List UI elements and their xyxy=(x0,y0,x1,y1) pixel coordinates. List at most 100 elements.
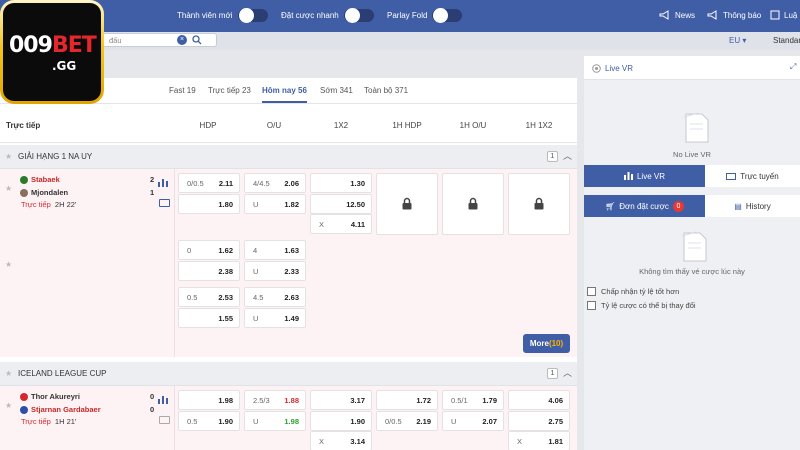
tab-early[interactable]: Sớm 341 xyxy=(320,86,353,95)
odds-cell[interactable]: 2.38 xyxy=(178,261,240,281)
odds-cell[interactable]: X 3.14 xyxy=(310,431,372,450)
search-input[interactable]: đấu × xyxy=(95,33,217,47)
tv-icon[interactable] xyxy=(159,416,170,424)
odds-cell[interactable]: 0/0.5 2.19 xyxy=(376,411,438,431)
star-icon[interactable]: ★ xyxy=(5,369,12,378)
away-score: 1 xyxy=(150,188,155,197)
checkbox[interactable] xyxy=(587,301,596,310)
checkbox[interactable] xyxy=(587,287,596,296)
odds-value: 2.11 xyxy=(218,179,233,188)
team-logo-icon xyxy=(20,405,28,414)
odds-cell[interactable]: 1.55 xyxy=(178,308,240,328)
view-mode-select[interactable]: Standar xyxy=(773,36,800,45)
odds-cell[interactable]: 4/4.5 2.06 xyxy=(244,173,306,193)
odds-value: 1.81 xyxy=(548,437,563,446)
odds-cell[interactable]: 1.72 xyxy=(376,390,438,410)
home-team[interactable]: Thor Akureyri xyxy=(20,392,80,401)
odds-cell[interactable]: X 4.11 xyxy=(310,214,372,234)
league-header[interactable]: ★ ICELAND LEAGUE CUP 1 ︿ xyxy=(0,362,577,386)
odds-cell[interactable]: U 1.82 xyxy=(244,194,306,214)
odds-cell[interactable]: 0/0.5 2.11 xyxy=(178,173,240,193)
odds-cell[interactable]: 2.75 xyxy=(508,411,570,431)
odds-cell[interactable]: 0.5/1 1.79 xyxy=(442,390,504,410)
odds-value: 1.30 xyxy=(350,179,365,188)
live-vr-title: Live VR xyxy=(605,64,634,73)
clear-icon[interactable]: × xyxy=(177,35,187,45)
more-markets-button[interactable]: More(10) xyxy=(523,334,570,353)
lock-icon xyxy=(402,197,412,210)
brand-logo[interactable]: 009BET .GG xyxy=(0,0,104,104)
home-team[interactable]: Stabaek xyxy=(20,175,60,184)
odds-type-select[interactable]: EU ▾ xyxy=(729,36,746,45)
odds-cell[interactable]: U 1.49 xyxy=(244,308,306,328)
odds-cell[interactable]: U 2.33 xyxy=(244,261,306,281)
odds-cell[interactable]: 2.5/3 1.88 xyxy=(244,390,306,410)
tv-icon[interactable] xyxy=(159,199,170,207)
chevron-up-icon[interactable]: ︿ xyxy=(563,149,572,162)
tab-label: Đơn đặt cược xyxy=(619,201,669,211)
stream-tabs: Live VR Trực tuyến xyxy=(584,165,800,187)
odds-value: 1.82 xyxy=(284,200,299,209)
toggle-switch[interactable] xyxy=(343,8,374,23)
odds-may-change-option[interactable]: Tỷ lệ cược có thể bị thay đổi xyxy=(587,301,696,310)
tab-today[interactable]: Hôm nay 56 xyxy=(262,86,307,103)
search-icon[interactable] xyxy=(192,35,202,45)
odds-cell[interactable]: 4 1.63 xyxy=(244,240,306,260)
odds-cell[interactable]: 0.5 1.90 xyxy=(178,411,240,431)
stats-icon[interactable] xyxy=(158,395,168,404)
odds-cell[interactable]: 0.5 2.53 xyxy=(178,287,240,307)
odds-cell[interactable]: 1.98 xyxy=(178,390,240,410)
odds-value: 1.63 xyxy=(284,246,299,255)
odds-value: 1.79 xyxy=(482,396,497,405)
home-score: 0 xyxy=(150,392,155,401)
tab-bet-slip[interactable]: 🛒︎ Đơn đặt cược 0 xyxy=(584,195,705,217)
tab-live[interactable]: Trực tiếp 23 xyxy=(208,86,251,95)
tab-label: History xyxy=(745,201,771,211)
odds-value: 1.90 xyxy=(350,417,365,426)
accept-better-odds-option[interactable]: Chấp nhận tỷ lệ tốt hơn xyxy=(587,287,679,296)
toggle-parlay-fold[interactable]: Parlay Fold xyxy=(387,8,463,23)
odds-cell[interactable]: 1.30 xyxy=(310,173,372,193)
star-icon[interactable]: ★ xyxy=(5,152,12,161)
star-icon[interactable]: ★ xyxy=(5,401,12,410)
handicap-value: 4/4.5 xyxy=(253,179,270,188)
star-icon[interactable]: ★ xyxy=(5,184,12,193)
odds-cell[interactable]: 4.06 xyxy=(508,390,570,410)
stats-icon[interactable] xyxy=(158,178,168,187)
odds-cell[interactable]: U 1.98 xyxy=(244,411,306,431)
toggle-switch[interactable] xyxy=(237,8,268,23)
handicap-value: U xyxy=(451,417,457,426)
expand-icon[interactable]: ⤢ xyxy=(790,62,796,72)
league-header[interactable]: ★ GIẢI HẠNG 1 NA UY 1 ︿ xyxy=(0,145,577,169)
notifications-link[interactable]: Thông báo xyxy=(707,10,761,20)
odds-cell[interactable]: U 2.07 xyxy=(442,411,504,431)
odds-value: 1.55 xyxy=(218,314,233,323)
match-row: Thor Akureyri 0 Stjarnan Gardabaer 0 Trự… xyxy=(0,386,577,450)
odds-cell[interactable]: 3.17 xyxy=(310,390,372,410)
odds-cell[interactable]: 0 1.62 xyxy=(178,240,240,260)
megaphone-icon xyxy=(659,10,669,20)
odds-cell[interactable]: 4.5 2.63 xyxy=(244,287,306,307)
odds-cell[interactable]: 12.50 xyxy=(310,194,372,214)
toggle-new-member[interactable]: Thành viên mới xyxy=(177,8,268,23)
tab-all[interactable]: Toàn bộ 371 xyxy=(364,86,408,95)
odds-cell[interactable]: X 1.81 xyxy=(508,431,570,450)
col-ou: O/U xyxy=(266,121,282,130)
match-time: 1H 21' xyxy=(54,417,77,426)
tab-online[interactable]: Trực tuyến xyxy=(705,165,800,187)
news-link[interactable]: News xyxy=(659,10,695,20)
toggle-quick-bet[interactable]: Đặt cược nhanh xyxy=(281,8,374,23)
rules-link[interactable]: Luậ xyxy=(770,10,797,20)
odds-value: 1.98 xyxy=(218,396,233,405)
odds-cell[interactable]: 1.80 xyxy=(178,194,240,214)
away-team[interactable]: Stjarnan Gardabaer xyxy=(20,405,101,414)
tab-history[interactable]: ▤ History xyxy=(705,195,800,217)
toggle-switch[interactable] xyxy=(432,8,463,23)
away-team[interactable]: Mjondalen xyxy=(20,188,68,197)
tab-live-vr[interactable]: Live VR xyxy=(584,165,705,187)
star-icon[interactable]: ★ xyxy=(5,260,12,269)
odds-value: 3.14 xyxy=(350,437,365,446)
tab-fast[interactable]: Fast 19 xyxy=(169,86,196,95)
odds-cell[interactable]: 1.90 xyxy=(310,411,372,431)
chevron-up-icon[interactable]: ︿ xyxy=(563,366,572,379)
